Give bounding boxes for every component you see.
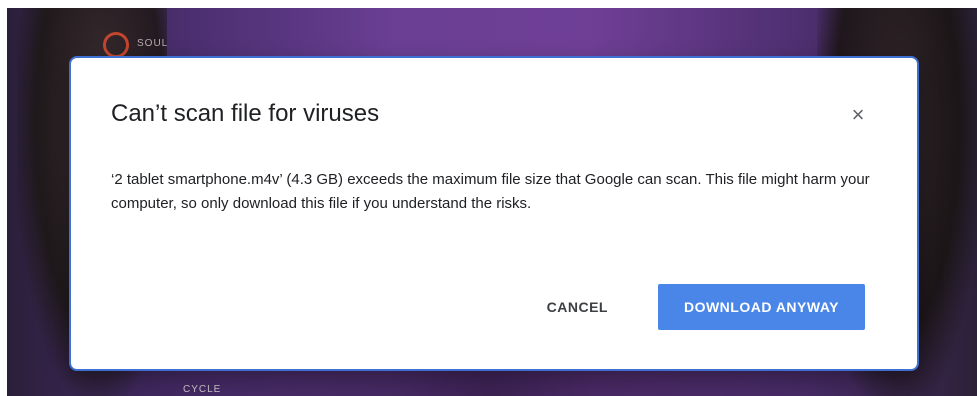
close-button[interactable]: × (841, 98, 875, 132)
dialog-actions: CANCEL DOWNLOAD ANYWAY (525, 284, 865, 330)
background-label: CYCLE (183, 384, 222, 395)
brand-text: SOUL (137, 38, 169, 49)
brand-logo-icon (103, 32, 129, 58)
dialog-message: ‘2 tablet smartphone.m4v’ (4.3 GB) excee… (111, 171, 870, 212)
download-anyway-button[interactable]: DOWNLOAD ANYWAY (657, 284, 865, 330)
cancel-button[interactable]: CANCEL (525, 284, 630, 330)
dialog-title: Can’t scan file for viruses (111, 100, 380, 127)
screen: SOUL CYCLE Can’t scan file for viruses ×… (0, 0, 977, 396)
close-icon: × (851, 102, 865, 127)
virus-scan-dialog: Can’t scan file for viruses × ‘2 tablet … (71, 58, 917, 369)
